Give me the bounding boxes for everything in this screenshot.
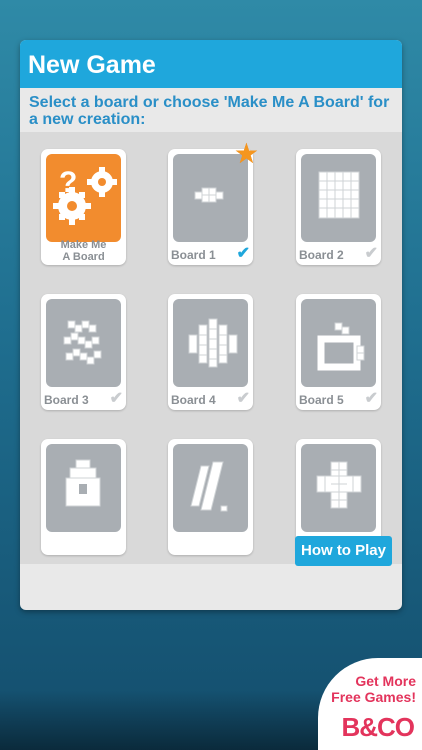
board-4-thumbnail — [173, 299, 248, 387]
board-6-thumbnail — [46, 444, 121, 532]
board-card-6[interactable] — [41, 439, 126, 555]
promo-text: Get More Free Games! — [331, 673, 416, 705]
board-label: Board 5 — [299, 393, 344, 407]
dialog-subtitle: Select a board or choose 'Make Me A Boar… — [29, 94, 390, 128]
promo-badge[interactable]: Get More Free Games! B&CO — [318, 658, 422, 750]
favorite-star-icon: ★ — [233, 138, 259, 169]
checkmark-icon: ✔ — [364, 245, 378, 262]
board-grid: ? Make Me A Board ★ Board 1 ✔ Board 2 ✔ … — [20, 132, 402, 564]
new-game-dialog: New Game Select a board or choose 'Make … — [20, 40, 402, 610]
checkmark-icon: ✔ — [109, 390, 123, 407]
board-2-thumbnail — [301, 154, 376, 242]
make-me-a-board-label: Make Me A Board — [60, 239, 107, 263]
board-card-1[interactable]: ★ Board 1 ✔ — [168, 138, 259, 265]
board-label: Board 3 — [44, 393, 89, 407]
board-7-thumbnail — [173, 444, 248, 532]
board-8-thumbnail — [301, 444, 376, 532]
gears-icon: ? — [53, 166, 117, 225]
board-card-4[interactable]: Board 4 ✔ — [168, 294, 253, 410]
board-card-5[interactable]: Board 5 ✔ — [296, 294, 381, 410]
make-me-a-board-thumbnail: ? — [46, 154, 121, 242]
checkmark-icon: ✔ — [236, 245, 250, 262]
board-card-2[interactable]: Board 2 ✔ — [296, 149, 381, 265]
board-label: Board 2 — [299, 248, 344, 262]
how-to-play-button[interactable]: How to Play — [294, 536, 392, 566]
board-card-7[interactable] — [168, 439, 253, 555]
brand-logo: B&CO — [341, 712, 415, 742]
checkmark-icon: ✔ — [236, 390, 250, 407]
board-card-3[interactable]: Board 3 ✔ — [41, 294, 126, 410]
dialog-title: New Game — [20, 40, 402, 88]
board-label: Board 4 — [171, 393, 216, 407]
make-me-a-board-card[interactable]: ? Make Me A Board — [41, 149, 126, 265]
board-label: Board 1 — [171, 248, 216, 262]
board-3-thumbnail — [46, 299, 121, 387]
board-5-thumbnail — [301, 299, 376, 387]
checkmark-icon: ✔ — [364, 390, 378, 407]
